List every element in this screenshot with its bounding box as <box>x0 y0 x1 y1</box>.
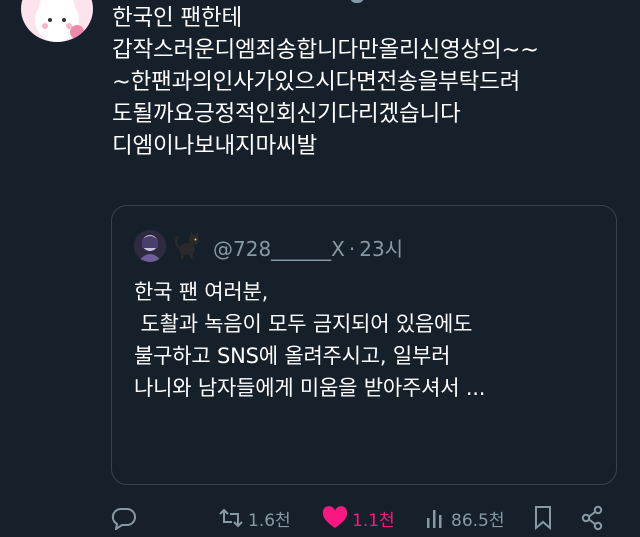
tweet-text: 한국인 팬한테 갑작스러운디엠죄송합니다만올리신영상의~~ ~한팬과의인사가있으… <box>112 2 637 162</box>
quoted-tweet[interactable]: @728______X · 23시 한국 팬 여러분, 도촬과 녹음이 모두 금지되… <box>111 205 617 485</box>
view-count: 86.5천 <box>451 510 505 531</box>
like-button[interactable]: 1.1천 <box>322 503 395 533</box>
tweet-text-line: 디엠이나보내지마씨발 <box>112 133 318 159</box>
bookmark-icon <box>535 506 551 531</box>
tweet-text-line: 도될까요긍정적인회신기다리겠습니다 <box>112 101 461 127</box>
quoted-text-line: 불구하고 SNS에 올려주시고, 일부러 <box>134 344 451 368</box>
retweet-icon <box>219 508 243 528</box>
retweet-count: 1.6천 <box>248 510 291 531</box>
share-icon <box>581 505 603 531</box>
retweet-button[interactable]: 1.6천 <box>218 503 291 533</box>
quoted-avatar[interactable] <box>134 230 166 262</box>
tweet-text-line: 갑작스러운디엠죄송합니다만올리신영상의~~ <box>112 37 539 63</box>
analytics-icon <box>427 510 442 528</box>
heart-icon <box>322 506 348 528</box>
quoted-handle-row: @728______X · 23시 <box>213 233 403 262</box>
quoted-text-line: 도촬과 녹음이 모두 금지되어 있음에도 <box>134 312 473 336</box>
avatar[interactable] <box>21 0 93 42</box>
tweet-text-line: ~한팬과의인사가있으시다면전송을부탁드려 <box>112 69 521 95</box>
action-bar: 1.6천 1.1천 86.5천 <box>0 503 640 535</box>
black-cat-icon <box>174 230 202 260</box>
quoted-text: 한국 팬 여러분, 도촬과 녹음이 모두 금지되어 있음에도 불구하고 SNS에… <box>134 276 604 404</box>
separator-dot: · <box>348 237 356 261</box>
bookmark-button[interactable] <box>532 503 558 533</box>
views-button[interactable]: 86.5천 <box>425 503 505 533</box>
reply-button[interactable] <box>111 503 141 533</box>
quoted-text-line: 나니와 남자들에게 미움을 받아주셔서 ... <box>134 376 486 400</box>
quoted-text-line: 한국 팬 여러분, <box>134 280 269 304</box>
reply-icon <box>111 507 136 530</box>
quoted-handle[interactable]: @728______X <box>213 237 345 261</box>
tweet-text-line: 한국인 팬한테 <box>112 5 242 31</box>
share-button[interactable] <box>580 503 608 533</box>
like-count: 1.1천 <box>352 510 395 531</box>
quoted-time[interactable]: 23시 <box>359 237 403 261</box>
tweet: 한국인 팬한테 갑작스러운디엠죄송합니다만올리신영상의~~ ~한팬과의인사가있으… <box>0 0 640 537</box>
